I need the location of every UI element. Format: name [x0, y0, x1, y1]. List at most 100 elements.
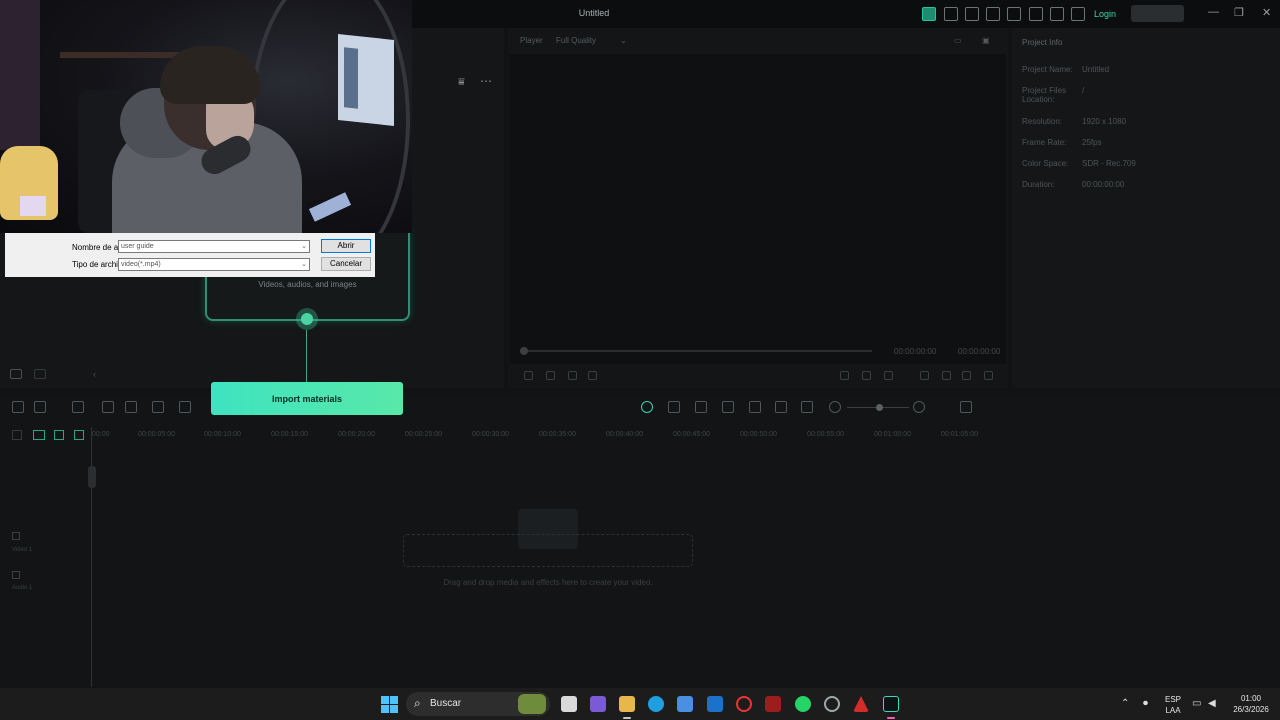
layout-grid-icon[interactable] [12, 401, 24, 413]
total-time: 00:00:00:00 [958, 347, 1001, 356]
audio-track-label: Audio 1 [12, 585, 33, 591]
filename-label: Nombre de archivo: [72, 243, 118, 252]
mark-icon[interactable] [668, 401, 680, 413]
close-button[interactable]: ✕ [1262, 6, 1271, 19]
copilot-icon[interactable] [590, 696, 606, 712]
fullscreen-icon[interactable] [984, 371, 993, 380]
save-icon[interactable] [1007, 7, 1021, 21]
stop-icon[interactable] [588, 371, 597, 380]
chevron-down-icon[interactable]: ⌄ [301, 241, 307, 252]
link-icon[interactable] [33, 430, 45, 440]
obs-icon[interactable] [824, 696, 840, 712]
clock-time[interactable]: 01:00 [1230, 694, 1272, 703]
network-icon[interactable]: ▭ [1192, 698, 1201, 709]
playhead-handle[interactable] [88, 466, 96, 488]
microphone-tray-icon[interactable]: ⏺ [1143, 698, 1148, 709]
zoom-out-icon[interactable] [829, 401, 841, 413]
support-icon[interactable] [1050, 7, 1064, 21]
next-frame-icon[interactable] [568, 371, 577, 380]
text-icon[interactable] [179, 401, 191, 413]
magnet-icon[interactable] [54, 430, 64, 440]
render-icon[interactable] [641, 401, 653, 413]
voiceover-icon[interactable] [749, 401, 761, 413]
edge-icon[interactable] [648, 696, 664, 712]
filter-icon[interactable]: ⩸ [458, 76, 465, 89]
maximize-button[interactable]: ❐ [1234, 6, 1244, 19]
volume-icon[interactable]: ◀ [1208, 698, 1216, 709]
player-header: Player Full Quality ⌄ ▭ ▣ [508, 28, 1008, 54]
minimize-button[interactable]: — [1208, 6, 1219, 18]
zoom-handle[interactable] [876, 404, 883, 411]
prev-frame-icon[interactable] [524, 371, 533, 380]
cloud-icon[interactable] [1029, 7, 1043, 21]
login-button[interactable]: Login [1090, 6, 1120, 22]
pip-icon[interactable] [775, 401, 787, 413]
current-time: 00:00:00:00 [894, 347, 937, 356]
cut-icon[interactable] [152, 401, 164, 413]
add-track-icon[interactable] [12, 430, 22, 440]
voicemeeter-icon[interactable] [765, 696, 781, 712]
snapshot-icon[interactable]: ▣ [982, 36, 990, 45]
snapshot-tl-icon[interactable] [801, 401, 813, 413]
chevron-down-icon[interactable]: ⌄ [620, 36, 627, 45]
mail-icon[interactable] [707, 696, 723, 712]
keyboard-layout[interactable]: LAA [1162, 706, 1184, 715]
undo-icon[interactable] [72, 401, 84, 413]
audio-icon[interactable] [962, 371, 971, 380]
cancel-button[interactable]: Cancelar [321, 257, 371, 271]
progress-track[interactable] [522, 350, 872, 352]
microphone-icon[interactable] [722, 401, 734, 413]
play-icon[interactable] [546, 371, 555, 380]
new-folder-icon[interactable] [10, 369, 22, 379]
shield-icon[interactable] [695, 401, 707, 413]
display-icon[interactable] [920, 371, 929, 380]
mark-out-icon[interactable] [862, 371, 871, 380]
webcam-overlay [0, 0, 412, 233]
app-running-indicator [623, 717, 631, 719]
mark-in-icon[interactable] [840, 371, 849, 380]
gift-icon[interactable] [922, 7, 936, 21]
timeline-toolbar [0, 393, 1010, 421]
file-explorer-icon[interactable] [619, 696, 635, 712]
folder-icon[interactable] [34, 369, 46, 379]
apps-icon[interactable] [1071, 7, 1085, 21]
language-indicator[interactable]: ESP [1162, 695, 1184, 704]
snap-icon[interactable] [74, 430, 84, 440]
whatsapp-icon[interactable] [795, 696, 811, 712]
more-icon[interactable]: ⋯ [480, 74, 492, 88]
filetype-select[interactable]: video(*.mp4) ⌄ [118, 258, 310, 271]
export-frame-icon[interactable] [884, 371, 893, 380]
search-label: Buscar [430, 698, 462, 709]
filmora-icon[interactable] [883, 696, 899, 712]
progress-handle[interactable] [520, 347, 528, 355]
import-materials-button[interactable]: Import materials [211, 382, 403, 415]
task-view-icon[interactable] [561, 696, 577, 712]
redo-icon[interactable] [102, 401, 114, 413]
zoom-in-icon[interactable] [913, 401, 925, 413]
collapse-icon[interactable]: ‹ [93, 369, 96, 379]
store-icon[interactable] [677, 696, 693, 712]
taskbar-search[interactable]: ⌕ Buscar [406, 692, 550, 716]
drop-zone[interactable] [403, 534, 693, 567]
layout-icon[interactable] [986, 7, 1000, 21]
timeline-ruler[interactable]: 00:00 00:00:05:00 00:00:10:00 00:00:15:0… [92, 431, 1010, 441]
delete-icon[interactable] [125, 401, 137, 413]
adobe-icon[interactable] [853, 696, 869, 712]
open-button[interactable]: Abrir [321, 239, 371, 253]
quality-select[interactable]: Full Quality [556, 36, 596, 45]
compare-icon[interactable]: ▭ [954, 36, 962, 45]
track-settings-icon[interactable] [960, 401, 972, 413]
send-icon[interactable] [944, 7, 958, 21]
info-key: Color Space: [1022, 159, 1069, 168]
chevron-up-icon[interactable]: ⌃ [1121, 698, 1129, 709]
opera-icon[interactable] [736, 696, 752, 712]
preview-screen[interactable] [509, 54, 1006, 364]
filename-input[interactable]: user guide ⌄ [118, 240, 310, 253]
windows-start-icon[interactable] [381, 696, 398, 713]
buy-button[interactable] [1131, 5, 1184, 22]
camera-icon[interactable] [942, 371, 951, 380]
select-tool-icon[interactable] [34, 401, 46, 413]
chevron-down-icon[interactable]: ⌄ [301, 259, 307, 270]
templates-icon[interactable] [965, 7, 979, 21]
clock-date[interactable]: 26/3/2026 [1226, 705, 1276, 714]
